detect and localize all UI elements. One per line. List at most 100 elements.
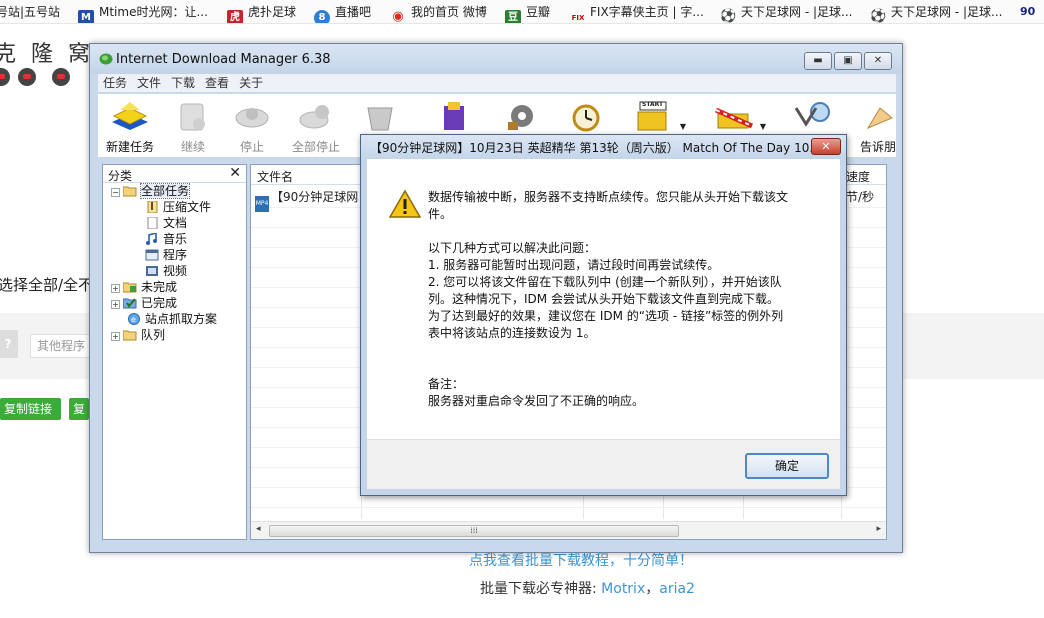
- scheduler-clock-icon: [572, 104, 600, 132]
- help-icon[interactable]: ?: [0, 330, 18, 358]
- queue-icon: [123, 330, 137, 341]
- tree-node-all-tasks[interactable]: − 全部任务: [111, 183, 191, 199]
- bookmark-item[interactable]: 豆豆瓣: [505, 0, 550, 23]
- bookmark-item[interactable]: 8 直播吧: [314, 0, 371, 23]
- finished-icon: [123, 298, 137, 309]
- tutorial-link[interactable]: 点我查看批量下载教程，十分简单！: [469, 550, 693, 570]
- other-program-input[interactable]: 其他程序: [30, 334, 90, 358]
- ok-button[interactable]: 确定: [745, 453, 829, 479]
- tree-node-video[interactable]: 视频: [145, 263, 187, 279]
- expand-icon[interactable]: +: [111, 332, 120, 341]
- bookmark-item[interactable]: 号站|五号站: [0, 0, 60, 23]
- video-icon: [146, 266, 158, 276]
- start-flag: START: [642, 101, 664, 108]
- dialog-title: 【90分钟足球网】10月23日 英超精华 第13轮（周六版） Match Of …: [370, 141, 821, 155]
- bug-icon: [0, 68, 10, 86]
- column-filename[interactable]: 文件名: [257, 168, 293, 185]
- error-dialog: 【90分钟足球网】10月23日 英超精华 第13轮（周六版） Match Of …: [360, 134, 847, 496]
- expand-icon[interactable]: +: [111, 300, 120, 309]
- hupu-icon: 虎: [227, 10, 243, 23]
- soccer-ball-icon: ⚽: [870, 9, 887, 24]
- minimize-button[interactable]: ▬: [804, 52, 832, 70]
- tree-node-finished[interactable]: + 已完成: [111, 295, 177, 311]
- tree-node-programs[interactable]: 程序: [145, 247, 187, 263]
- tell-friend-button[interactable]: 告诉朋: [848, 98, 896, 156]
- message-line: 以下几种方式可以解决此问题：: [428, 241, 597, 255]
- stop-queue-icon: [714, 107, 754, 129]
- scroll-left-icon[interactable]: ◂: [256, 524, 261, 534]
- dialog-close-button[interactable]: ✕: [811, 138, 841, 155]
- weibo-icon: ◉: [392, 9, 404, 24]
- dialog-title-bar[interactable]: 【90分钟足球网】10月23日 英超精华 第13轮（周六版） Match Of …: [361, 135, 846, 159]
- idm-window-title: Internet Download Manager 6.38: [116, 52, 331, 67]
- aria2-link[interactable]: aria2: [659, 581, 695, 597]
- video-file-icon: MP4: [255, 196, 269, 212]
- maximize-button[interactable]: ▣: [834, 52, 862, 70]
- tree-node-documents[interactable]: 文档: [145, 215, 187, 231]
- mtime-icon: M: [78, 10, 94, 23]
- menu-bar: 任务 文件 下载 查看 关于: [98, 74, 896, 92]
- close-icon[interactable]: ✕: [229, 165, 241, 181]
- site-logo: 克 隆 窝: [0, 42, 94, 67]
- bookmark-item[interactable]: 虎虎扑足球: [227, 0, 296, 23]
- collapse-icon[interactable]: −: [111, 188, 120, 197]
- tell-friend-icon: [866, 107, 893, 130]
- scroll-right-icon[interactable]: ▸: [876, 524, 881, 534]
- expand-icon[interactable]: +: [111, 284, 120, 293]
- delete-icon: [367, 107, 393, 131]
- select-all-toggle[interactable]: 选择全部/全不: [0, 274, 93, 295]
- bookmark-item[interactable]: ⚽ 天下足球网 - |足球...: [720, 0, 852, 23]
- document-icon: [147, 217, 158, 229]
- close-button[interactable]: ✕: [864, 52, 892, 70]
- bug-icon: [18, 68, 36, 86]
- copy-button[interactable]: 复: [69, 398, 89, 420]
- warning-icon: [389, 189, 421, 218]
- bug-icon: [52, 68, 70, 86]
- bookmark-item[interactable]: ⚽ 天下足球网 - |足球...: [870, 0, 1002, 24]
- scroll-thumb[interactable]: ⁞⁞⁞: [269, 525, 679, 537]
- note-label: 备注：: [428, 377, 465, 391]
- row-divider: [251, 507, 886, 508]
- zhibo8-icon: 8: [314, 10, 330, 23]
- menu-download[interactable]: 下载: [166, 74, 200, 92]
- options-gear-icon: [508, 105, 533, 130]
- idm-title-bar[interactable]: Internet Download Manager 6.38 ▬ ▣ ✕: [90, 44, 902, 74]
- tree-node-site-grabber[interactable]: e 站点抓取方案: [127, 311, 217, 327]
- stop-all-button[interactable]: 全部停止: [284, 98, 348, 156]
- folder-open-icon: [123, 186, 137, 197]
- horizontal-scrollbar[interactable]: ◂ ⁞⁞⁞ ▸: [251, 521, 886, 539]
- bookmark-item[interactable]: ◉ 我的首页 微博: [390, 0, 487, 24]
- menu-view[interactable]: 查看: [200, 74, 234, 92]
- bookmark-item[interactable]: 90: [1020, 0, 1035, 23]
- column-speed[interactable]: 速度: [846, 168, 870, 185]
- tree-node-unfinished[interactable]: + 未完成: [111, 279, 177, 295]
- stop-button[interactable]: 停止: [220, 98, 284, 156]
- delete-completed-icon: [444, 102, 464, 130]
- copy-link-button[interactable]: 复制链接: [0, 398, 61, 420]
- dialog-footer: 确定: [367, 439, 840, 489]
- music-icon: [146, 233, 157, 245]
- tools-recommendation: 批量下载必专神器: Motrix，aria2: [480, 581, 695, 597]
- tree-node-queue[interactable]: + 队列: [111, 327, 165, 343]
- menu-about[interactable]: 关于: [234, 74, 268, 92]
- new-task-button[interactable]: 新建任务: [98, 98, 162, 156]
- bookmark-item[interactable]: FIX FIX字幕侠主页 | 字...: [571, 0, 704, 23]
- note-text: 服务器对重启命令发回了不正确的响应。: [428, 394, 645, 408]
- chevron-down-icon[interactable]: ▼: [680, 122, 686, 131]
- menu-task[interactable]: 任务: [98, 74, 132, 92]
- tree-node-compressed[interactable]: 压缩文件: [145, 199, 211, 215]
- message-line: 1. 服务器可能暂时出现问题，请过段时间再尝试续传。: [428, 258, 720, 272]
- bookmark-item[interactable]: M Mtime时光网：让...: [78, 0, 208, 23]
- tree-node-music[interactable]: 音乐: [145, 231, 187, 247]
- stop-icon: [235, 108, 269, 128]
- message-line: 表中将该站点的连接数设为 1。: [428, 326, 596, 340]
- table-row[interactable]: MP4 【90分钟足球网: [255, 188, 358, 212]
- motrix-link[interactable]: Motrix: [601, 581, 645, 597]
- svg-text:e: e: [131, 315, 136, 324]
- menu-file[interactable]: 文件: [132, 74, 166, 92]
- new-task-icon: [112, 102, 148, 130]
- category-tree: 分类 ✕ − 全部任务 压缩文件 文档 音乐 程序 视频 + 未完成 + 已完成 e站…: [102, 164, 247, 540]
- chevron-down-icon[interactable]: ▼: [760, 122, 766, 131]
- resume-button[interactable]: 继续: [161, 98, 225, 156]
- zip-icon: [147, 201, 158, 213]
